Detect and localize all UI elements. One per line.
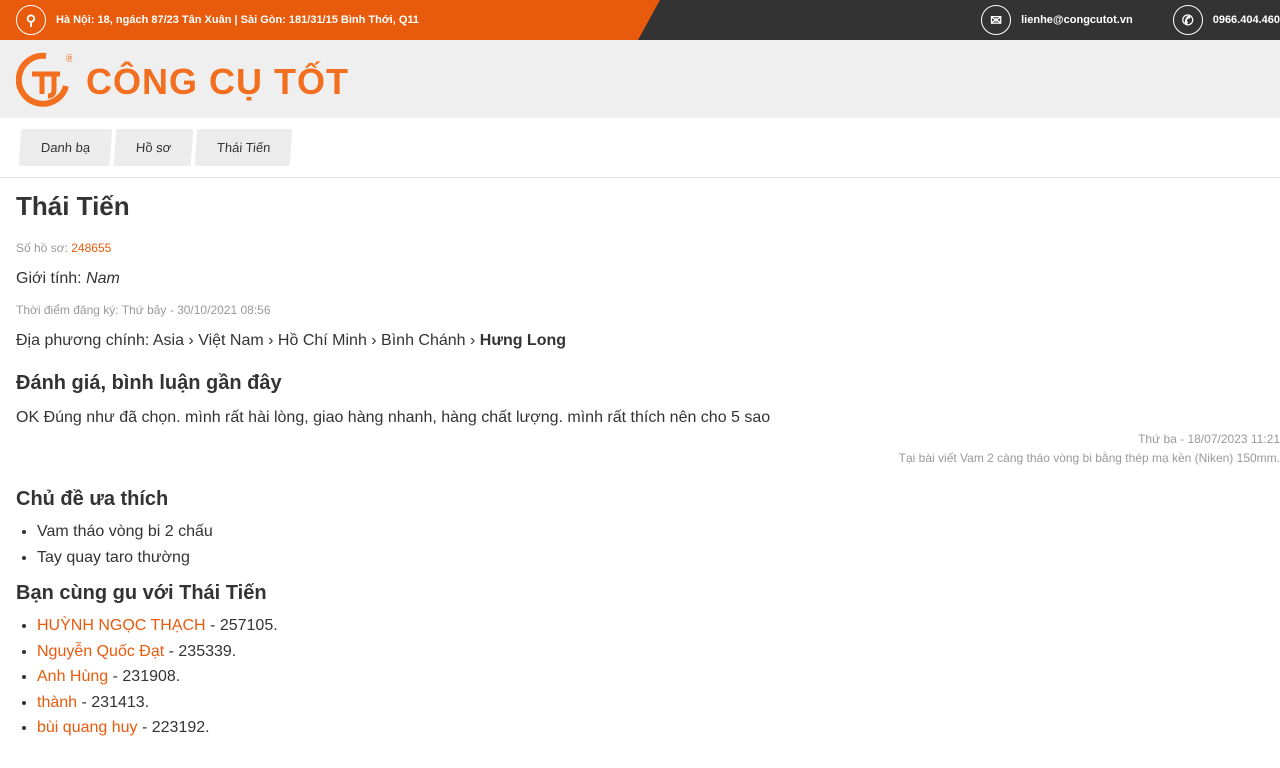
profile-id: Số hồ sơ: 248655 xyxy=(16,241,1264,255)
friend-link[interactable]: Anh Hùng xyxy=(37,668,108,685)
review-meta: Thứ ba - 18/07/2023 11:21 Tại bài viết V… xyxy=(16,430,1280,468)
gender-value: Nam xyxy=(86,270,120,287)
friend-link[interactable]: HUỲNH NGỌC THẠCH xyxy=(37,617,206,634)
registered-time: Thời điểm đăng ký: Thứ bảy - 30/10/2021 … xyxy=(16,303,271,317)
phone-text[interactable]: 0966.404.460 xyxy=(1213,14,1280,26)
review-text: OK Đúng như đã chọn. mình rất hài lòng, … xyxy=(16,409,771,426)
location-label: Địa phương chính: xyxy=(16,332,150,349)
list-item: Tay quay taro thường xyxy=(37,545,1264,571)
phone-contact[interactable]: ✆ 0966.404.460 xyxy=(1172,5,1280,35)
friend-number: - 231908. xyxy=(108,668,181,685)
breadcrumb-directory[interactable]: Danh bạ xyxy=(18,129,113,166)
page-title: Thái Tiến xyxy=(16,191,130,221)
list-item: Nguyễn Quốc Đạt - 235339. xyxy=(37,639,1264,665)
logo-text[interactable]: CÔNG CỤ TỐT xyxy=(86,61,349,103)
friend-link[interactable]: bùi quang huy xyxy=(37,719,138,736)
gender-label: Giới tính: xyxy=(16,270,82,287)
list-item: bùi quang huy - 223192. xyxy=(37,715,1264,741)
reviews-heading: Đánh giá, bình luận gần đây xyxy=(16,372,282,394)
location-pin-icon: ⚲ xyxy=(16,5,46,35)
address-bar: ⚲ Hà Nội: 18, ngách 87/23 Tân Xuân | Sài… xyxy=(0,0,660,40)
breadcrumb: Danh bạ Hồ sơ Thái Tiến xyxy=(0,118,1280,178)
logo-icon[interactable]: ® xyxy=(15,50,74,108)
list-item: Anh Hùng - 231908. xyxy=(37,664,1264,690)
address-text: Hà Nội: 18, ngách 87/23 Tân Xuân | Sài G… xyxy=(56,14,420,26)
topics-list: Vam tháo vòng bi 2 chấu Tay quay taro th… xyxy=(16,519,1264,570)
list-item: thành - 231413. xyxy=(37,690,1264,716)
phone-icon: ✆ xyxy=(1172,5,1203,35)
friends-heading: Bạn cùng gu với Thái Tiến xyxy=(16,582,267,604)
location-path: Asia › Việt Nam › Hồ Chí Minh › Bình Chá… xyxy=(152,332,476,349)
review-date: Thứ ba - 18/07/2023 11:21 xyxy=(1138,432,1280,446)
friend-link[interactable]: Nguyễn Quốc Đạt xyxy=(37,643,164,660)
location-last: Hưng Long xyxy=(479,332,567,349)
top-bar: ⚲ Hà Nội: 18, ngách 87/23 Tân Xuân | Sài… xyxy=(0,0,1280,40)
topics-heading: Chủ đề ưa thích xyxy=(16,488,169,510)
site-header: ® CÔNG CỤ TỐT xyxy=(0,40,1280,118)
breadcrumb-profiles[interactable]: Hồ sơ xyxy=(113,129,194,166)
id-value: 248655 xyxy=(71,241,112,255)
email-contact[interactable]: ✉ lienhe@congcutot.vn xyxy=(981,5,1133,35)
location: Địa phương chính: Asia › Việt Nam › Hồ C… xyxy=(16,332,1264,350)
friend-number: - 223192. xyxy=(137,719,210,736)
list-item: HUỲNH NGỌC THẠCH - 257105. xyxy=(37,613,1264,639)
friend-number: - 231413. xyxy=(77,693,150,711)
id-label: Số hồ sơ: xyxy=(16,241,68,255)
review-post[interactable]: Tại bài viết Vam 2 càng tháo vòng bi bằn… xyxy=(16,449,1280,468)
gender: Giới tính: Nam xyxy=(16,270,1264,288)
mail-icon: ✉ xyxy=(981,5,1012,35)
list-item: Vam tháo vòng bi 2 chấu xyxy=(37,519,1264,545)
friend-link[interactable]: thành xyxy=(37,694,77,711)
breadcrumb-current[interactable]: Thái Tiến xyxy=(195,129,294,166)
registered-mark: ® xyxy=(66,53,72,65)
friend-number: - 257105. xyxy=(205,617,278,634)
friend-number: - 235339. xyxy=(164,642,237,660)
friends-list: HUỲNH NGỌC THẠCH - 257105. Nguyễn Quốc Đ… xyxy=(16,613,1264,741)
email-text[interactable]: lienhe@congcutot.vn xyxy=(1021,14,1133,26)
